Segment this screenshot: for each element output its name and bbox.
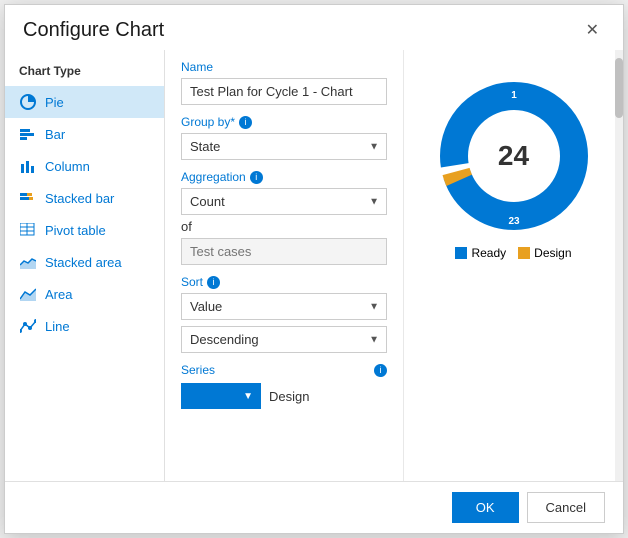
stacked-bar-icon (19, 189, 37, 207)
dialog-body: Chart Type Pie (5, 50, 623, 481)
stacked-area-icon (19, 253, 37, 271)
series-chevron-icon: ▼ (243, 391, 253, 402)
legend-ready-dot (455, 247, 467, 259)
area-icon (19, 285, 37, 303)
of-input (181, 238, 387, 265)
configure-chart-dialog: Configure Chart ✕ Chart Type Pie (4, 4, 624, 534)
chart-type-panel: Chart Type Pie (5, 50, 165, 481)
name-input[interactable] (181, 78, 387, 105)
legend-design-label: Design (534, 246, 571, 260)
dialog-header: Configure Chart ✕ (5, 5, 623, 50)
sort-label: Sort i (181, 275, 387, 289)
svg-text:1: 1 (511, 90, 517, 101)
chart-type-item-line[interactable]: Line (5, 310, 164, 342)
scrollbar-thumb[interactable] (615, 58, 623, 118)
sort-order-select[interactable]: Descending Ascending (181, 326, 387, 353)
name-label: Name (181, 60, 387, 74)
pivot-icon (19, 221, 37, 239)
of-label: of (181, 219, 387, 234)
preview-panel: 1 23 24 Ready Design (403, 50, 623, 481)
donut-total-label: 24 (498, 140, 529, 172)
pivot-label: Pivot table (45, 223, 106, 238)
stacked-bar-label: Stacked bar (45, 191, 114, 206)
series-label: Series i (181, 363, 387, 377)
config-panel: Name Group by* i State Priority Assigned… (165, 50, 403, 481)
bar-label: Bar (45, 127, 65, 142)
group-by-label: Group by* i (181, 115, 387, 129)
ok-button[interactable]: OK (452, 492, 519, 523)
series-info-icon: i (374, 364, 387, 377)
chart-type-item-stacked-bar[interactable]: Stacked bar (5, 182, 164, 214)
scrollbar-track[interactable] (615, 50, 623, 481)
close-button[interactable]: ✕ (580, 21, 605, 41)
chart-type-item-area[interactable]: Area (5, 278, 164, 310)
group-by-select-wrapper: State Priority Assigned To ▼ (181, 133, 387, 160)
chart-type-item-stacked-area[interactable]: Stacked area (5, 246, 164, 278)
pie-label: Pie (45, 95, 64, 110)
legend-item-design: Design (518, 246, 571, 260)
area-label: Area (45, 287, 72, 302)
sort-info-icon: i (207, 276, 220, 289)
donut-chart: 1 23 24 (434, 76, 594, 236)
chart-type-item-pivot[interactable]: Pivot table (5, 214, 164, 246)
line-icon (19, 317, 37, 335)
series-row: ▼ Design (181, 383, 387, 409)
group-by-info-icon: i (239, 116, 252, 129)
dialog-footer: OK Cancel (5, 481, 623, 533)
pie-icon (19, 93, 37, 111)
series-color-button[interactable]: ▼ (181, 383, 261, 409)
aggregation-label: Aggregation i (181, 170, 387, 184)
legend-ready-label: Ready (471, 246, 506, 260)
aggregation-info-icon: i (250, 171, 263, 184)
sort-order-select-wrapper: Descending Ascending ▼ (181, 326, 387, 353)
chart-legend: Ready Design (455, 246, 571, 260)
column-label: Column (45, 159, 90, 174)
bar-icon (19, 125, 37, 143)
stacked-area-label: Stacked area (45, 255, 122, 270)
legend-design-dot (518, 247, 530, 259)
sort-value-select-wrapper: Value Label ▼ (181, 293, 387, 320)
series-color-swatch (189, 388, 205, 404)
column-icon (19, 157, 37, 175)
chart-type-item-bar[interactable]: Bar (5, 118, 164, 150)
cancel-button[interactable]: Cancel (527, 492, 605, 523)
aggregation-select[interactable]: Count Sum Average (181, 188, 387, 215)
group-by-select[interactable]: State Priority Assigned To (181, 133, 387, 160)
chart-type-item-column[interactable]: Column (5, 150, 164, 182)
aggregation-select-wrapper: Count Sum Average ▼ (181, 188, 387, 215)
sort-value-select[interactable]: Value Label (181, 293, 387, 320)
series-name-label: Design (269, 389, 309, 404)
chart-type-label: Chart Type (5, 60, 164, 86)
dialog-title: Configure Chart (23, 19, 164, 42)
line-label: Line (45, 319, 70, 334)
chart-type-item-pie[interactable]: Pie (5, 86, 164, 118)
legend-item-ready: Ready (455, 246, 506, 260)
svg-text:23: 23 (508, 216, 520, 227)
